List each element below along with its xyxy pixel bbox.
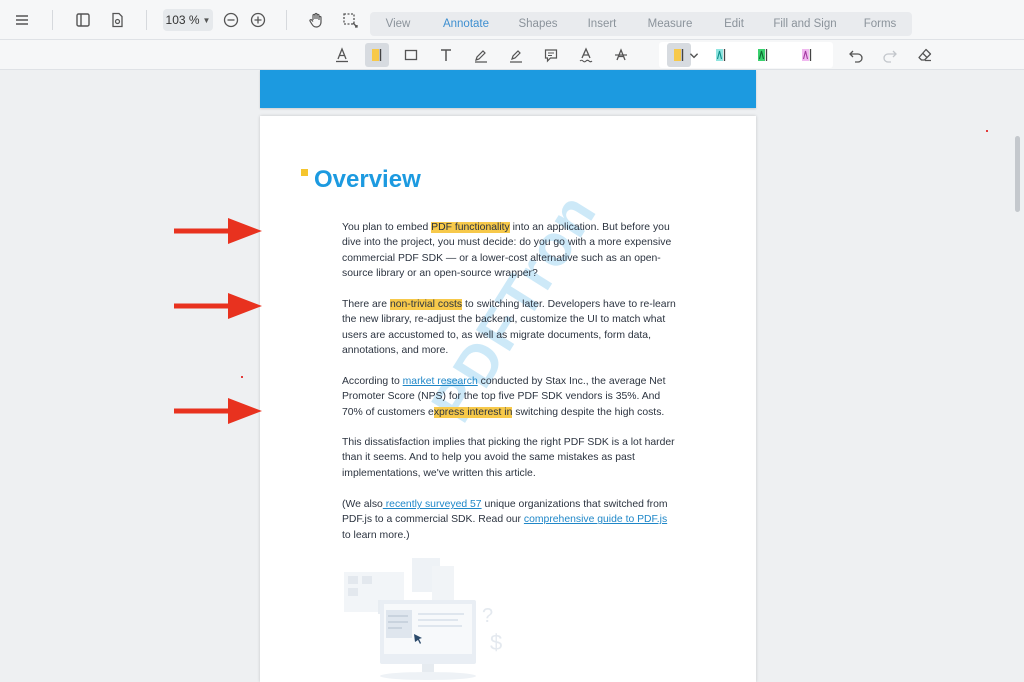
chevron-down-icon: ▼ [202,15,211,25]
pan-hand-icon[interactable] [303,8,329,32]
sidebar-toggle-icon[interactable] [70,8,96,32]
zoom-out-icon[interactable] [218,8,244,32]
document-settings-icon[interactable] [104,8,130,32]
toolbar-divider [52,10,53,30]
text: According to [342,376,403,387]
zoom-value: 103 % [165,13,200,27]
toolbar-divider [146,10,147,30]
heading-marker [301,169,308,176]
paragraph-3: According to market research conducted b… [342,374,678,420]
chevron-down-icon[interactable] [688,43,700,67]
toolbar-divider [286,10,287,30]
highlight-text-icon[interactable] [365,43,389,67]
stray-mark [241,376,243,378]
highlight-color-presets [659,42,833,68]
svg-text:?: ? [482,605,493,627]
ribbon-tabs: View Annotate Shapes Insert Measure Edit… [370,12,912,36]
text-highlight-green-icon[interactable] [751,43,775,67]
text-highlight-teal-icon[interactable] [709,43,733,67]
arrow-annotation[interactable] [174,216,266,246]
stray-mark [986,130,988,132]
svg-text:$: $ [490,630,502,655]
rectangle-shape-icon[interactable] [399,43,423,67]
tab-insert[interactable]: Insert [580,12,624,36]
tab-shapes[interactable]: Shapes [512,12,564,36]
underline-text-icon[interactable] [330,43,354,67]
computer-illustration: ? $ [344,558,502,680]
eraser-icon[interactable] [913,43,937,67]
survey-link[interactable]: recently surveyed 57 [383,499,482,510]
paragraph-1: You plan to embed PDF functionality into… [342,220,678,282]
freehand-pen-icon[interactable] [469,43,493,67]
text: You plan to embed [342,222,432,233]
highlight-annotation[interactable]: xpress interest in [433,406,513,418]
tab-view[interactable]: View [375,12,421,36]
market-research-link[interactable]: market research [403,376,478,387]
select-region-icon[interactable] [337,8,363,32]
tab-edit[interactable]: Edit [715,12,753,36]
free-text-icon[interactable] [434,43,458,67]
paragraph-2: There are non-trivial costs to switching… [342,297,678,359]
zoom-in-icon[interactable] [245,8,271,32]
text-highlight-pink-icon[interactable] [795,43,819,67]
tab-fill-and-sign[interactable]: Fill and Sign [768,12,842,36]
highlight-annotation[interactable]: PDF functionality [431,222,510,233]
tab-annotate[interactable]: Annotate [435,12,497,36]
undo-icon[interactable] [844,43,868,67]
redo-icon[interactable] [878,43,902,67]
vertical-scrollbar[interactable] [1015,136,1020,212]
paragraph-4: This dissatisfaction implies that pickin… [342,437,675,479]
pdf-page[interactable]: Overview PDFTron You plan to embed PDF f… [260,116,756,682]
highlight-annotation[interactable]: non-trivial costs [389,299,463,310]
pdfjs-guide-link[interactable]: comprehensive guide to PDF.js [524,514,667,525]
tab-measure[interactable]: Measure [640,12,700,36]
arrow-annotation[interactable] [174,291,266,321]
freehand-highlight-icon[interactable] [504,43,528,67]
paragraph-5: (We also recently surveyed 57 unique org… [342,497,678,543]
arrow-annotation[interactable] [174,396,266,426]
tab-forms[interactable]: Forms [856,12,904,36]
previous-page-banner [260,70,756,108]
text: (We also [342,499,383,510]
text: to learn more.) [342,529,410,541]
strikeout-text-icon[interactable] [609,43,633,67]
top-toolbar: 103 % ▼ View Annotate Shapes Insert Meas… [0,0,1024,40]
zoom-select[interactable]: 103 % ▼ [163,9,213,31]
sticky-note-icon[interactable] [539,43,563,67]
annotate-toolbar [0,40,1024,70]
page-heading: Overview [314,166,421,193]
squiggly-text-icon[interactable] [574,43,598,67]
text: There are [342,299,390,310]
menu-icon[interactable] [9,8,35,32]
text: switching despite the high costs. [512,406,665,418]
